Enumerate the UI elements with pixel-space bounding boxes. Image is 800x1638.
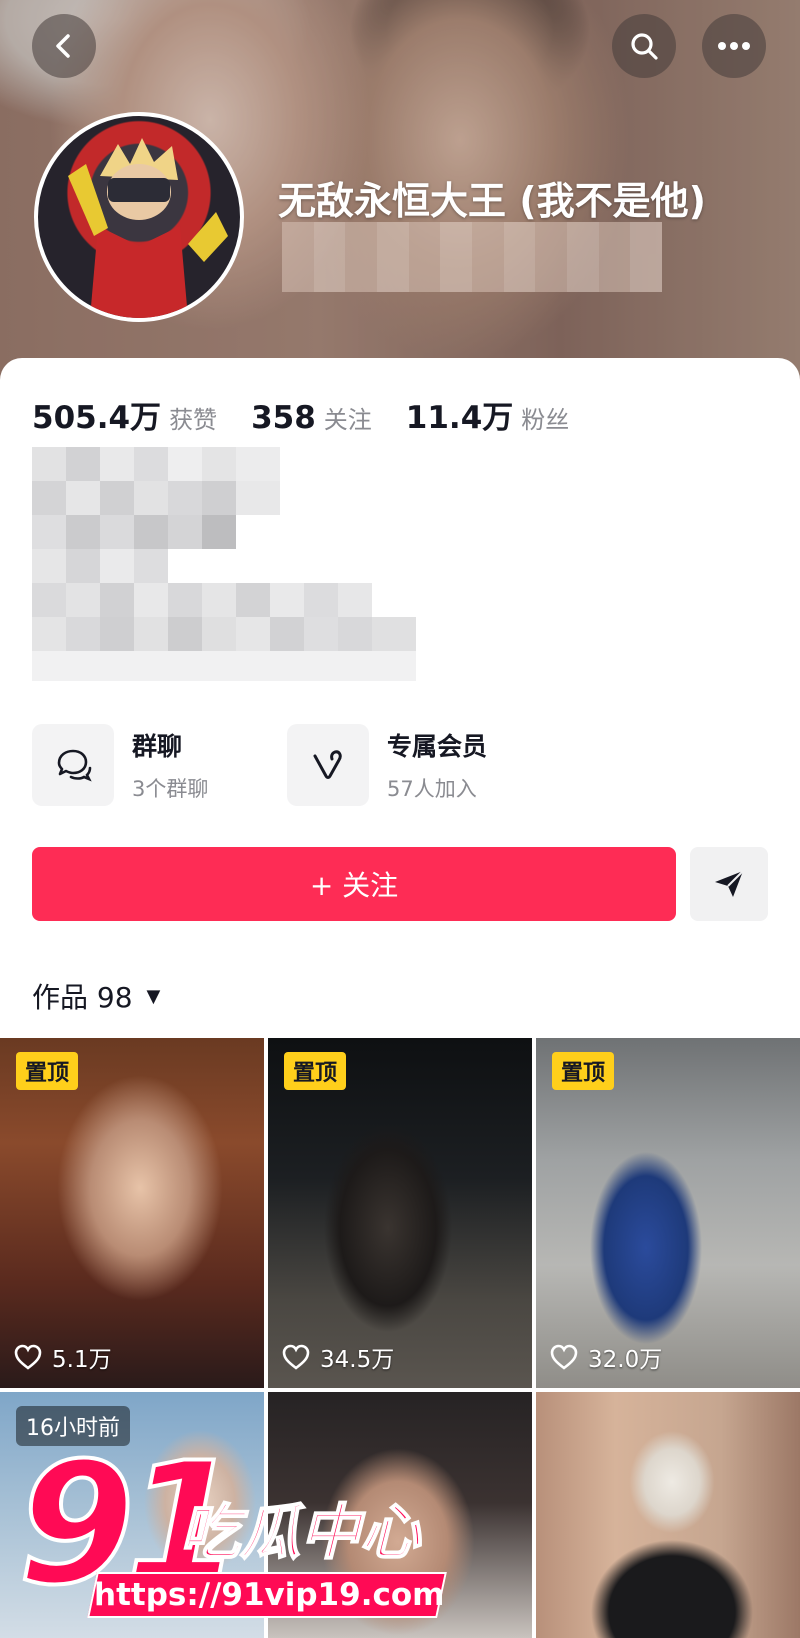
member-icon-box [287, 724, 369, 806]
profile-nickname: 无敌永恒大王 (我不是他) [278, 179, 706, 223]
following-label[interactable]: 关注 [324, 400, 372, 435]
heart-v-icon [313, 750, 342, 779]
video-likes: 32.0万 [550, 1340, 662, 1374]
group-chat-entry[interactable]: 群聊 3个群聊 [32, 724, 208, 806]
pixelated-bio [32, 447, 416, 697]
share-button[interactable] [690, 847, 768, 921]
video-tile-3[interactable]: 置顶 32.0万 [536, 1038, 800, 1388]
search-button[interactable] [612, 14, 676, 78]
video-likes-count: 5.1万 [52, 1347, 112, 1373]
follow-button[interactable]: + 关注 [32, 847, 676, 921]
watermark-overlay: 91 吃瓜中心 https://91vip19.com [0, 1438, 460, 1638]
pinned-badge: 置顶 [16, 1052, 79, 1090]
pinned-badge: 置顶 [284, 1052, 347, 1090]
followers-label[interactable]: 粉丝 [521, 400, 569, 435]
heart-outline-icon [550, 1344, 578, 1370]
heart-outline-icon [14, 1344, 42, 1370]
likes-count[interactable]: 505.4万 [32, 392, 161, 437]
watermark-url: https://91vip19.com [94, 1577, 445, 1613]
following-count[interactable]: 358 [251, 400, 316, 436]
group-chat-icon-box [32, 724, 114, 806]
watermark-url-bar: https://91vip19.com [87, 1572, 447, 1618]
group-chat-count: 3个群聊 [132, 777, 209, 801]
works-tab[interactable]: 作品 98 ▼ [32, 976, 160, 1016]
stats-row: 505.4万 获赞 358 关注 11.4万 粉丝 [32, 392, 603, 436]
video-likes-count: 32.0万 [588, 1347, 663, 1373]
exclusive-member-entry[interactable]: 专属会员 57人加入 [287, 724, 487, 806]
chat-bubbles-icon [57, 749, 92, 782]
works-label: 作品 98 [32, 981, 133, 1014]
member-count: 57人加入 [387, 777, 477, 801]
pixelated-user-id [282, 222, 662, 292]
video-likes: 5.1万 [14, 1340, 112, 1374]
video-tile-6[interactable] [536, 1392, 800, 1638]
likes-label[interactable]: 获赞 [169, 400, 217, 435]
avatar-illustration [68, 138, 228, 318]
chevron-left-icon [56, 34, 70, 58]
send-icon [715, 870, 744, 897]
video-tile-1[interactable]: 置顶 5.1万 [0, 1038, 264, 1388]
video-likes-count: 34.5万 [320, 1347, 395, 1373]
followers-count[interactable]: 11.4万 [406, 392, 514, 437]
more-button[interactable] [702, 14, 766, 78]
more-horizontal-icon [718, 42, 750, 50]
caret-down-icon: ▼ [146, 985, 161, 1007]
pinned-badge: 置顶 [552, 1052, 615, 1090]
video-tile-2[interactable]: 置顶 34.5万 [268, 1038, 532, 1388]
avatar[interactable] [34, 112, 244, 322]
search-icon [631, 33, 658, 60]
back-button[interactable] [32, 14, 96, 78]
video-likes: 34.5万 [282, 1340, 394, 1374]
group-chat-title: 群聊 [132, 732, 183, 761]
watermark-text: 吃瓜中心 [179, 1497, 421, 1569]
member-title: 专属会员 [387, 732, 488, 761]
heart-outline-icon [282, 1344, 310, 1370]
